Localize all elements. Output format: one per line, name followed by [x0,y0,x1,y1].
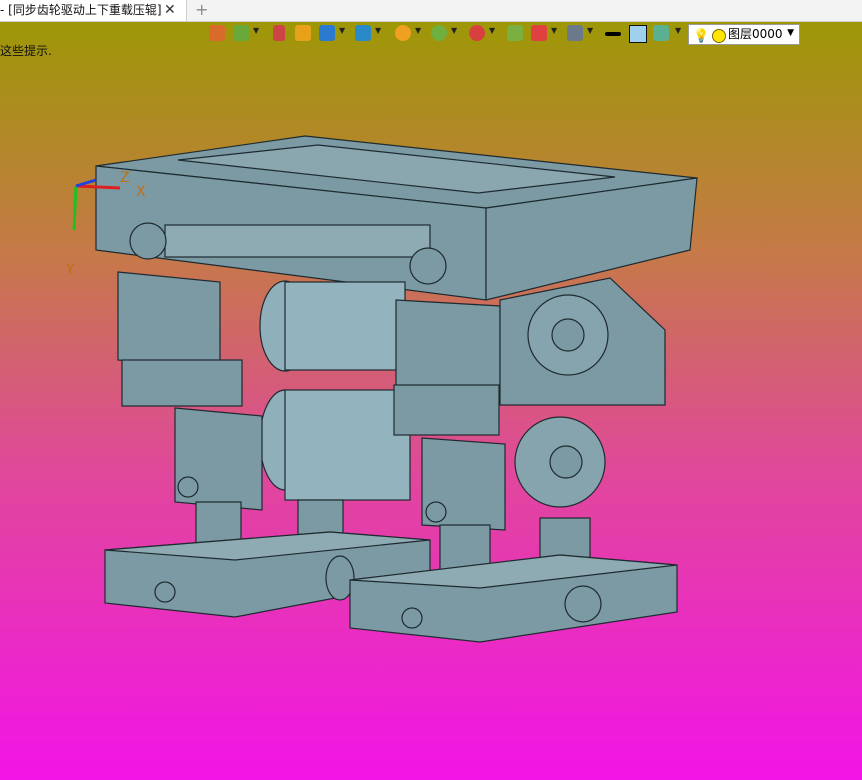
chevron-down-icon[interactable]: ▼ [253,26,259,35]
move-icon[interactable] [469,25,485,41]
chevron-down-icon[interactable]: ▼ [675,26,681,35]
upper-gear-hub [551,318,585,352]
base-right-flange [564,585,602,623]
roller-upper [284,281,406,371]
chevron-down-icon[interactable]: ▼ [787,24,794,43]
chevron-down-icon[interactable]: ▼ [375,26,381,35]
layer-dropdown[interactable]: 💡 图层0000 ▼ [688,24,800,45]
color-box-icon[interactable] [629,25,647,43]
lower-gear-hub [549,445,583,479]
front-rail [164,224,431,258]
plane-icon[interactable] [233,25,249,41]
chevron-down-icon[interactable]: ▼ [587,26,593,35]
document-tab-title: - [同步齿轮驱动上下重载压辊] [0,3,162,17]
center-upper-block [393,384,500,436]
close-icon[interactable]: ✕ [164,0,178,21]
axis-label-z: Z [120,170,130,186]
left-upper-block [121,359,243,407]
layer-value: 图层0000 [728,27,783,41]
machine-model[interactable] [0,0,862,780]
view-toolbar: ▼ ▼ ▼ ▼ ▼ ▼ ▼ ▼ ▼ [205,23,705,47]
chevron-down-icon[interactable]: ▼ [489,26,495,35]
base-left-hole [154,581,176,603]
zoom-icon[interactable] [431,25,447,41]
layer-color-dot [712,29,726,43]
chevron-down-icon[interactable]: ▼ [415,26,421,35]
line-width-icon[interactable] [605,32,621,36]
lightbulb-icon[interactable]: 💡 [693,27,709,46]
axis-label-x: X [136,184,146,200]
left-lower-bolt [177,476,199,498]
center-upper-housing [395,299,501,393]
axis-label-y: Y [66,262,75,278]
roller-lower [284,389,411,501]
tab-bar: - [同步齿轮驱动上下重载压辊] ✕ + [0,0,862,22]
chevron-down-icon[interactable]: ▼ [551,26,557,35]
views-icon[interactable] [209,25,225,41]
base-right-hole [401,607,423,629]
sketch-pen-icon[interactable] [273,25,285,41]
chevron-down-icon[interactable]: ▼ [451,26,457,35]
extrude-icon[interactable] [295,25,311,41]
grid-icon[interactable] [507,25,523,41]
assembly-icon[interactable] [355,25,371,41]
3d-viewport[interactable]: X Y Z 这些提示. - [同步齿轮驱动上下重载压辊] ✕ + ▼ ▼ ▼ ▼… [0,0,862,780]
center-lower-bolt [425,501,447,523]
status-hint: 这些提示. [0,44,52,58]
render-icon[interactable] [395,25,411,41]
section-icon[interactable] [531,25,547,41]
surface-icon[interactable] [653,25,669,41]
new-tab-button[interactable]: + [195,0,208,20]
document-tab[interactable]: - [同步齿轮驱动上下重载压辊] ✕ [0,0,187,21]
display-icon[interactable] [567,25,583,41]
rail-end-right [409,247,447,285]
left-upper-housing [117,271,221,371]
rail-end-left [129,222,167,260]
solid-icon[interactable] [319,25,335,41]
chevron-down-icon[interactable]: ▼ [339,26,345,35]
